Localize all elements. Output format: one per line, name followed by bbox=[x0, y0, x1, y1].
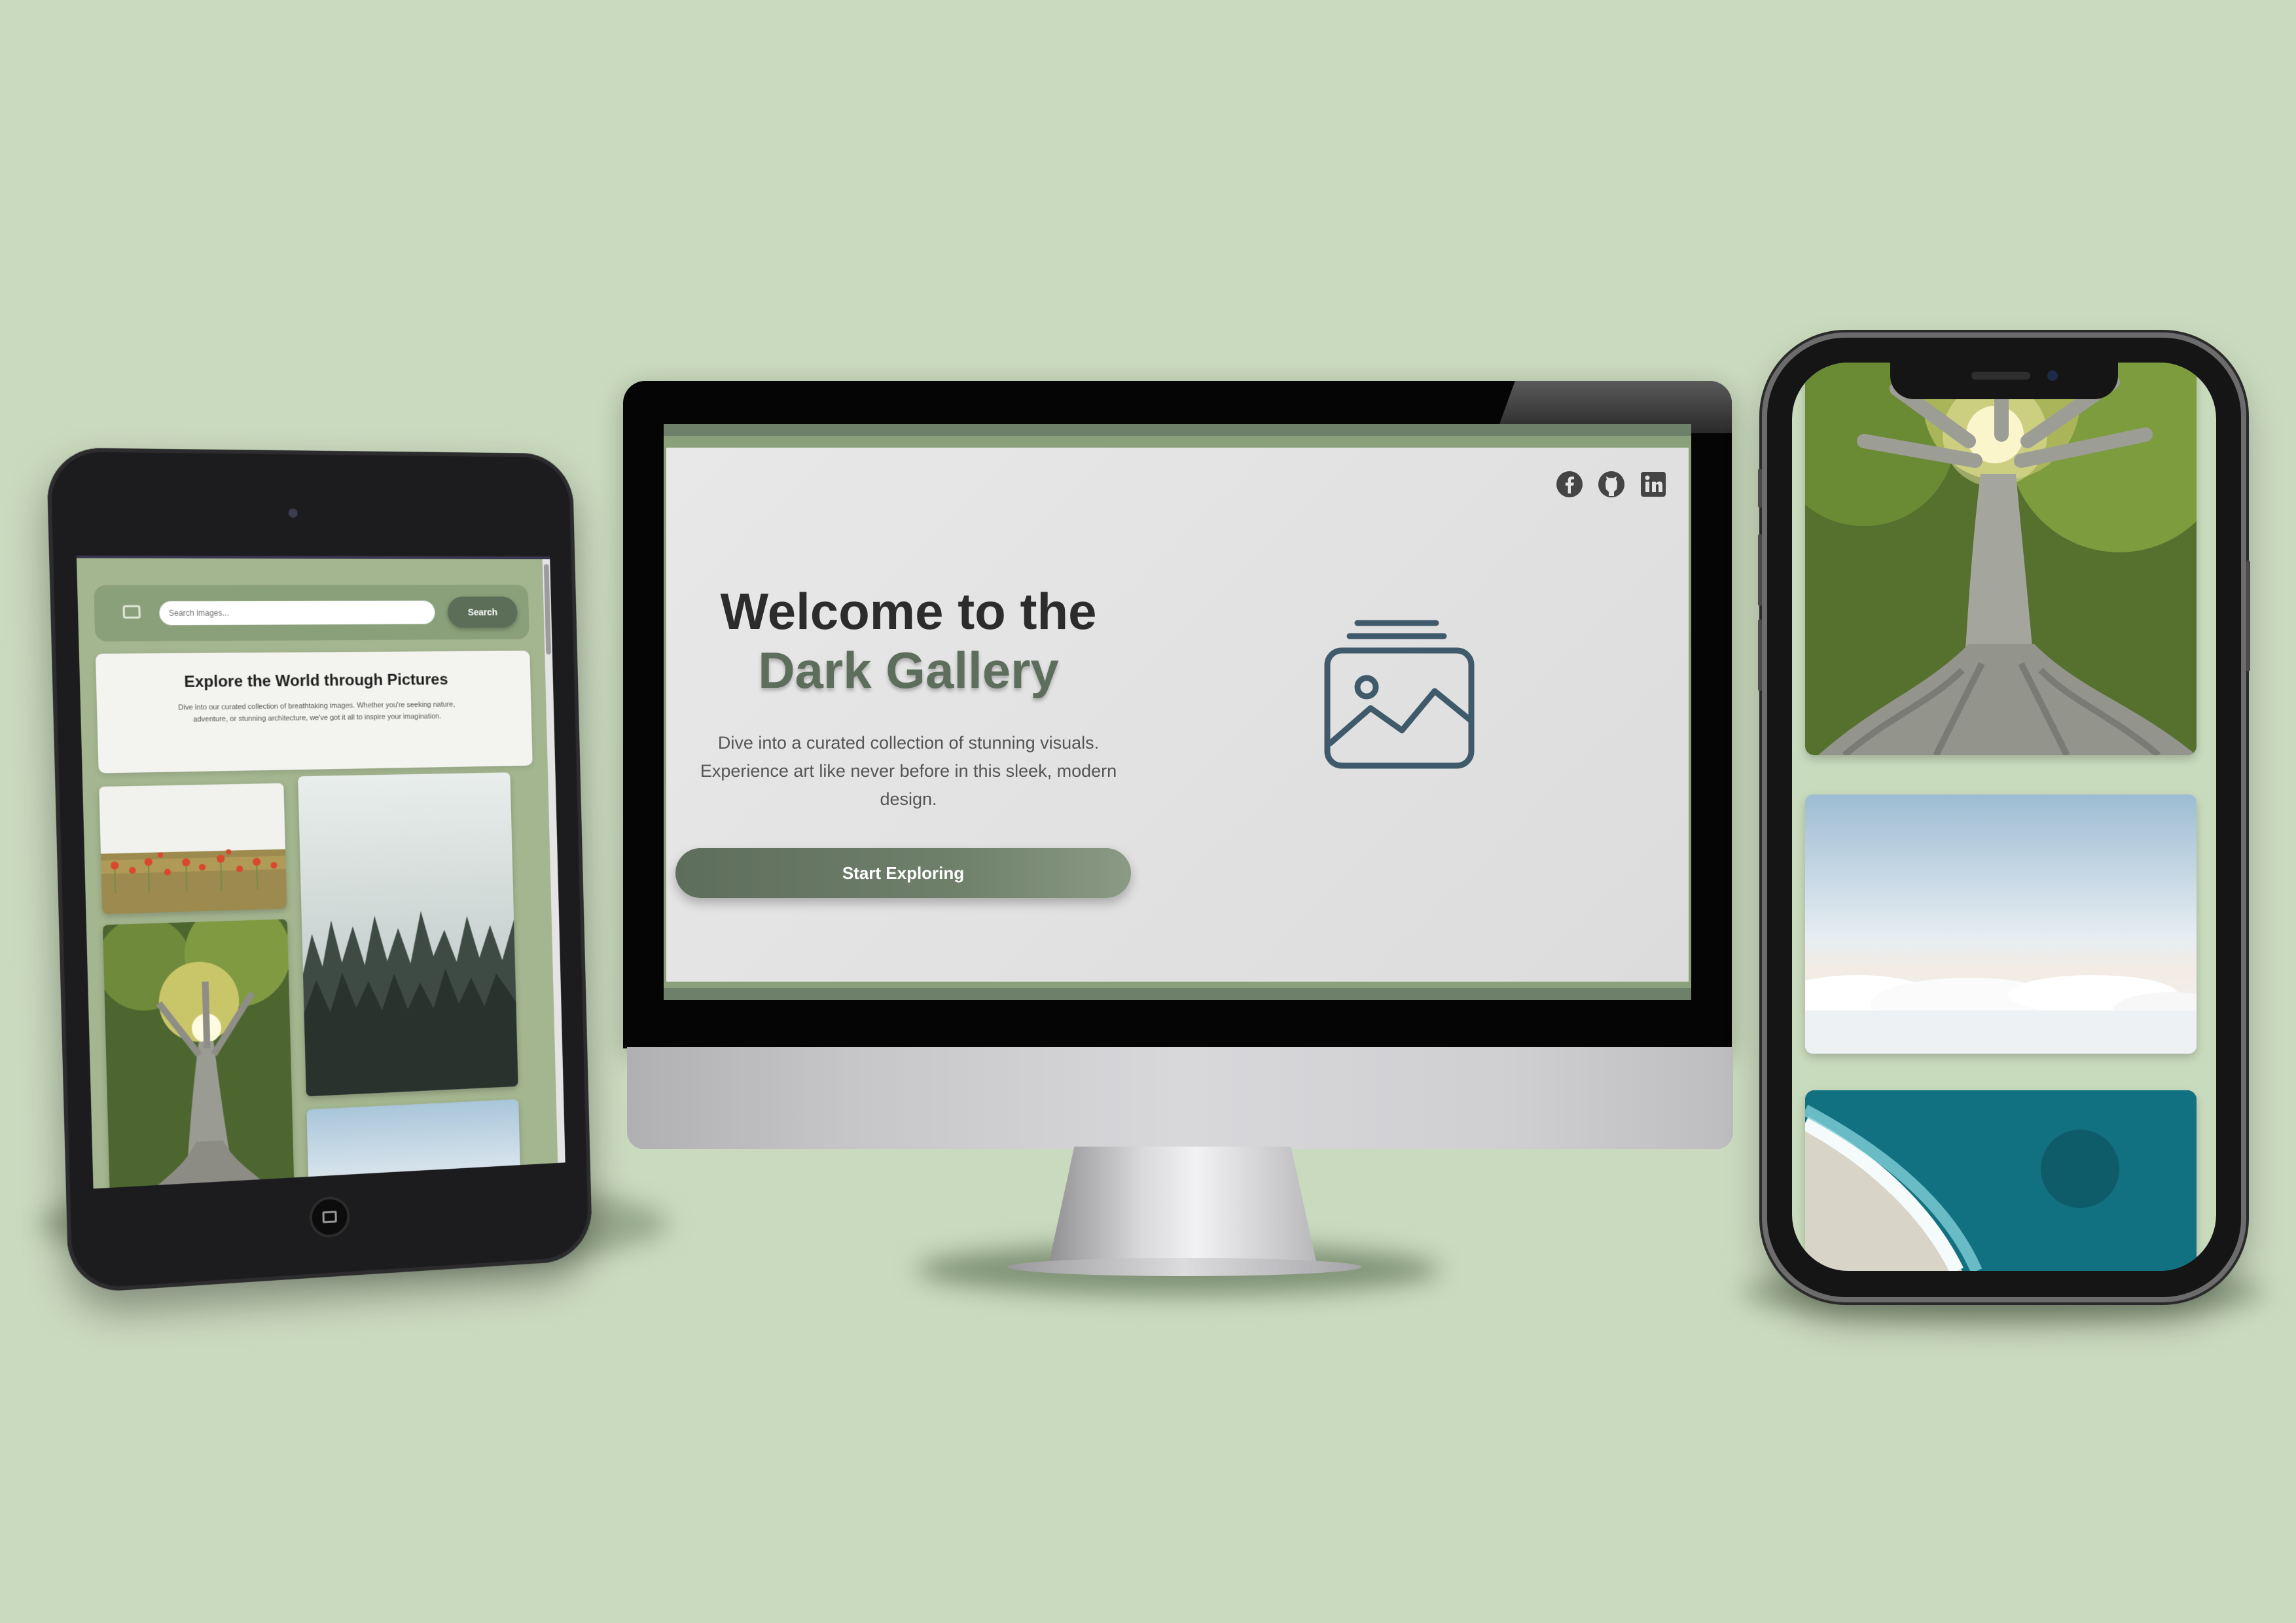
phone-front-camera bbox=[2047, 370, 2058, 381]
desktop-screen: Welcome to the Dark Gallery Dive into a … bbox=[664, 424, 1691, 1000]
landing-page: Welcome to the Dark Gallery Dive into a … bbox=[666, 448, 1689, 982]
gallery-logo-icon[interactable] bbox=[122, 605, 141, 619]
github-icon[interactable] bbox=[1597, 470, 1626, 499]
poppy-field-image[interactable] bbox=[99, 783, 287, 914]
phone-volume-down bbox=[1758, 619, 1762, 691]
phone-notch bbox=[1890, 363, 2118, 399]
tablet-hero-title: Explore the World through Pictures bbox=[184, 670, 448, 691]
phone-side-button bbox=[1758, 469, 1762, 508]
hero-title: Welcome to the Dark Gallery bbox=[686, 582, 1131, 700]
tablet-hero-card: Explore the World through Pictures Dive … bbox=[95, 651, 533, 774]
clouds-image[interactable] bbox=[306, 1099, 522, 1189]
home-square-icon bbox=[322, 1210, 337, 1224]
tablet-hero-text: Dive into our curated collection of brea… bbox=[178, 700, 456, 724]
phone-speaker bbox=[1971, 372, 2030, 380]
tablet-scrollbar[interactable] bbox=[542, 559, 565, 1163]
hero-title-accent: Dark Gallery bbox=[758, 641, 1059, 699]
ocean-beach-photo[interactable] bbox=[1805, 1090, 2197, 1271]
linkedin-icon[interactable] bbox=[1639, 470, 1668, 499]
tablet-camera bbox=[288, 508, 298, 518]
phone-device bbox=[1758, 338, 2250, 1297]
tablet-device: Search Explore the World through Picture… bbox=[46, 447, 593, 1294]
facebook-icon[interactable] bbox=[1555, 470, 1584, 499]
search-input[interactable] bbox=[159, 600, 435, 626]
monitor-chin bbox=[627, 1047, 1733, 1149]
tree-photo[interactable] bbox=[1805, 363, 2197, 755]
phone-volume-up bbox=[1758, 534, 1762, 606]
start-exploring-button[interactable]: Start Exploring bbox=[675, 848, 1131, 898]
hero-description: Dive into a curated collection of stunni… bbox=[700, 733, 1117, 810]
clouds-photo[interactable] bbox=[1805, 794, 2197, 1054]
tablet-screen: Search Explore the World through Picture… bbox=[76, 555, 565, 1189]
screen-bottom-bar bbox=[664, 988, 1691, 1000]
search-button[interactable]: Search bbox=[447, 596, 518, 628]
monitor-stand bbox=[1047, 1147, 1318, 1271]
monitor-foot bbox=[1008, 1258, 1361, 1276]
tree-image[interactable] bbox=[102, 919, 295, 1189]
hero-title-line1: Welcome to the bbox=[720, 582, 1097, 640]
gallery-image-icon bbox=[1321, 615, 1478, 772]
phone-power-button bbox=[2246, 560, 2250, 671]
tablet-navbar: Search bbox=[94, 584, 529, 642]
misty-forest-image[interactable] bbox=[298, 772, 518, 1097]
phone-screen bbox=[1792, 363, 2216, 1271]
tablet-home-button[interactable] bbox=[308, 1195, 351, 1239]
screen-top-bar bbox=[664, 424, 1691, 436]
scrollbar-thumb[interactable] bbox=[543, 564, 551, 655]
